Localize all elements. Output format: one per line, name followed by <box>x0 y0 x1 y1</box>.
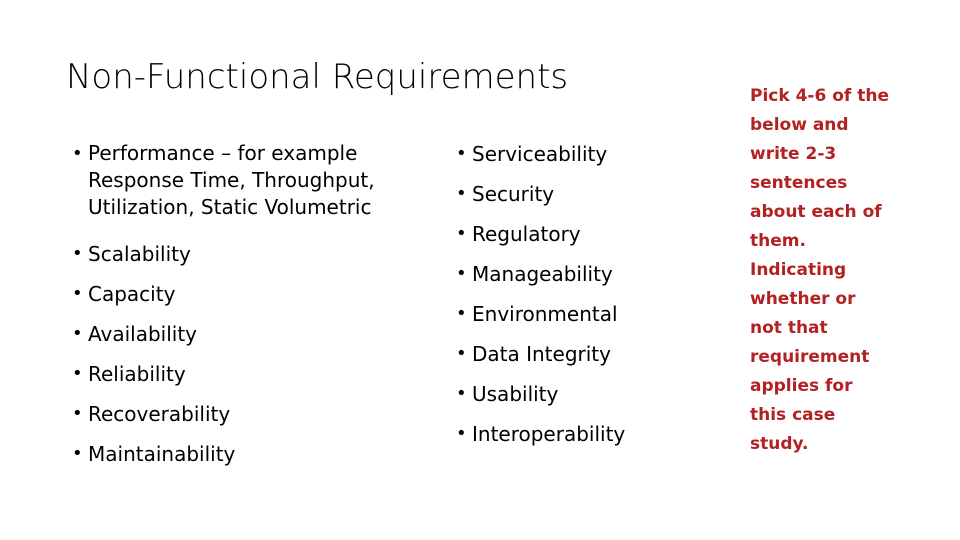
nfr-middle-item: • Usability <box>446 374 736 414</box>
instruction-note-line: study. <box>750 434 809 454</box>
nfr-left-item-label: Maintainability <box>88 442 236 466</box>
nfr-left-item: • Reliability <box>62 354 432 394</box>
nfr-left-item-label: Performance – for example Response Time, … <box>88 141 375 219</box>
page-title: Non-Functional Requirements <box>66 57 569 97</box>
nfr-left-item: • Maintainability <box>62 434 432 474</box>
instruction-note-line: Pick 4-6 of the <box>750 86 889 106</box>
instruction-note-line: requirement <box>750 347 870 367</box>
nfr-left-item-label: Scalability <box>88 242 191 266</box>
slide-canvas: Non-Functional Requirements • Performance… <box>0 0 960 540</box>
instruction-note-line: write 2-3 <box>750 144 837 164</box>
instruction-note: Pick 4-6 of the below and write 2-3 sentenc… <box>750 82 910 459</box>
nfr-middle-item-label: Usability <box>472 382 559 406</box>
nfr-middle-item-label: Regulatory <box>472 222 581 246</box>
nfr-left-item-label: Availability <box>88 322 198 346</box>
nfr-left-item: • Scalability <box>62 234 432 274</box>
nfr-middle-item: • Data Integrity <box>446 334 736 374</box>
bullet-point-icon: • <box>72 243 83 264</box>
instruction-note-line: sentences <box>750 173 848 193</box>
bullet-point-icon: • <box>72 363 83 384</box>
bullet-point-icon: • <box>72 443 83 464</box>
instruction-note-line: this case <box>750 405 836 425</box>
bullet-point-icon: • <box>456 383 467 404</box>
bullet-point-icon: • <box>456 303 467 324</box>
nfr-middle-item-label: Environmental <box>472 302 618 326</box>
bullet-point-icon: • <box>72 323 83 344</box>
nfr-left-item: • Recoverability <box>62 394 432 434</box>
nfr-list-middle: • Serviceability • Security • Regulatory • Mana… <box>446 134 736 454</box>
bullet-point-icon: • <box>72 403 83 424</box>
bullet-point-icon: • <box>456 343 467 364</box>
nfr-middle-item: • Environmental <box>446 294 736 334</box>
bullet-point-icon: • <box>456 263 467 284</box>
instruction-note-line: about each of <box>750 202 882 222</box>
nfr-list-left: • Performance – for example Response Time,… <box>62 140 432 474</box>
instruction-note-line: not that <box>750 318 828 338</box>
nfr-middle-item-label: Manageability <box>472 262 613 286</box>
nfr-middle-item: • Manageability <box>446 254 736 294</box>
bullet-point-icon: • <box>72 283 83 304</box>
nfr-left-item: • Availability <box>62 314 432 354</box>
nfr-left-item: • Performance – for example Response Time,… <box>62 140 432 221</box>
instruction-note-line: whether or <box>750 289 856 309</box>
bullet-point-icon: • <box>72 143 83 164</box>
nfr-middle-item-label: Security <box>472 182 555 206</box>
bullet-point-icon: • <box>456 143 467 164</box>
nfr-middle-item: • Regulatory <box>446 214 736 254</box>
nfr-middle-item-label: Interoperability <box>472 422 626 446</box>
nfr-left-item: • Capacity <box>62 274 432 314</box>
nfr-left-item-label: Capacity <box>88 282 176 306</box>
bullet-point-icon: • <box>456 423 467 444</box>
instruction-note-line: them. <box>750 231 806 251</box>
instruction-note-line: applies for <box>750 376 853 396</box>
bullet-point-icon: • <box>456 223 467 244</box>
bullet-point-icon: • <box>456 183 467 204</box>
nfr-middle-item: • Security <box>446 174 736 214</box>
nfr-middle-item: • Interoperability <box>446 414 736 454</box>
nfr-left-item-label: Reliability <box>88 362 186 386</box>
nfr-middle-item-label: Serviceability <box>472 142 608 166</box>
instruction-note-line: below and <box>750 115 849 135</box>
nfr-left-item-label: Recoverability <box>88 402 231 426</box>
instruction-note-line: Indicating <box>750 260 847 280</box>
nfr-middle-item-label: Data Integrity <box>472 342 611 366</box>
nfr-middle-item: • Serviceability <box>446 134 736 174</box>
